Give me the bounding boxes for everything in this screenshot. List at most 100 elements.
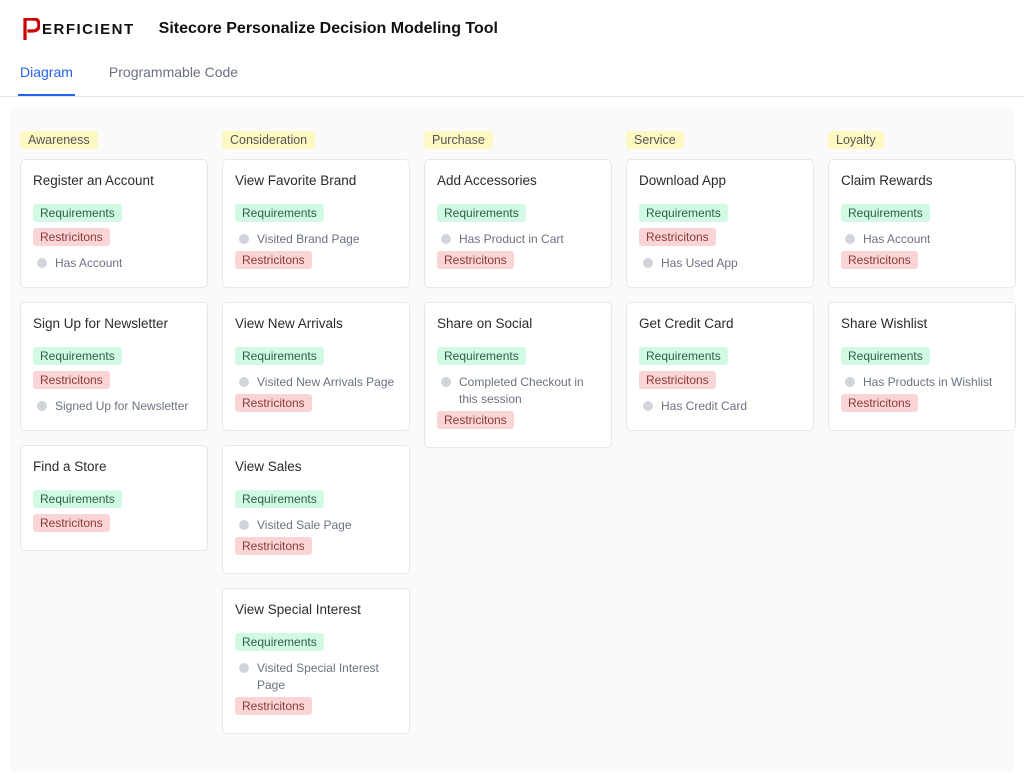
card[interactable]: Claim Rewards Requirements Has Account Rest…: [828, 159, 1016, 288]
card[interactable]: Share on Social Requirements Completed Che…: [424, 302, 612, 448]
restrictions-badge: Restricitons: [235, 251, 312, 269]
card-title: View New Arrivals: [235, 315, 397, 333]
requirement-item: Visited New Arrivals Page: [235, 371, 397, 394]
restrictions-badge: Restricitons: [235, 537, 312, 555]
restriction-text: Has Credit Card: [661, 398, 747, 415]
requirements-badge: Requirements: [841, 204, 930, 222]
column-title: Loyalty: [828, 131, 884, 149]
requirements-badge: Requirements: [437, 204, 526, 222]
tabs: Diagram Programmable Code: [0, 50, 1024, 97]
card-title: Get Credit Card: [639, 315, 801, 333]
bullet-icon: [643, 401, 653, 411]
card-title: View Sales: [235, 458, 397, 476]
requirements-badge: Requirements: [33, 347, 122, 365]
column: Purchase Add Accessories Requirements Has P…: [424, 131, 612, 462]
requirement-text: Visited New Arrivals Page: [257, 374, 394, 391]
column-title: Service: [626, 131, 684, 149]
column: Awareness Register an Account Requirements…: [20, 131, 208, 565]
requirement-text: Visited Brand Page: [257, 231, 360, 248]
requirement-text: Completed Checkout in this session: [459, 374, 599, 408]
card[interactable]: View New Arrivals Requirements Visited New…: [222, 302, 410, 431]
board-wrap: Awareness Register an Account Requirements…: [10, 107, 1014, 772]
card-title: View Favorite Brand: [235, 172, 397, 190]
header: ERFICIENT Sitecore Personalize Decision …: [0, 0, 1024, 50]
logo: ERFICIENT: [22, 18, 135, 40]
card[interactable]: Share Wishlist Requirements Has Products i…: [828, 302, 1016, 431]
requirement-item: Visited Sale Page: [235, 514, 397, 537]
restrictions-badge: Restricitons: [437, 411, 514, 429]
card[interactable]: Get Credit Card Requirements Restricitons H…: [626, 302, 814, 431]
restrictions-badge: Restricitons: [33, 371, 110, 389]
restriction-text: Signed Up for Newsletter: [55, 398, 188, 415]
card-title: Add Accessories: [437, 172, 599, 190]
requirement-text: Visited Special Interest Page: [257, 660, 397, 694]
requirement-text: Has Account: [863, 231, 930, 248]
requirement-text: Visited Sale Page: [257, 517, 352, 534]
bullet-icon: [643, 258, 653, 268]
restrictions-badge: Restricitons: [235, 394, 312, 412]
requirements-badge: Requirements: [639, 347, 728, 365]
restriction-item: Has Used App: [639, 252, 801, 275]
card[interactable]: View Special InterestRequirementsVisited…: [222, 588, 410, 734]
card-title: Share Wishlist: [841, 315, 1003, 333]
requirement-item: Has Account: [841, 228, 1003, 251]
card[interactable]: Sign Up for Newsletter Requirements Restri…: [20, 302, 208, 431]
requirement-item: Has Products in Wishlist: [841, 371, 1003, 394]
restriction-item: Has Credit Card: [639, 395, 801, 418]
bullet-icon: [239, 377, 249, 387]
card-title: Share on Social: [437, 315, 599, 333]
column-title: Purchase: [424, 131, 493, 149]
bullet-icon: [239, 520, 249, 530]
requirements-badge: Requirements: [33, 204, 122, 222]
requirements-badge: Requirements: [437, 347, 526, 365]
logo-mark-icon: [22, 18, 40, 40]
restriction-text: Has Account: [55, 255, 122, 272]
card-title: Claim Rewards: [841, 172, 1003, 190]
requirements-badge: Requirements: [841, 347, 930, 365]
requirements-badge: Requirements: [235, 347, 324, 365]
brand-text: ERFICIENT: [42, 21, 135, 38]
card[interactable]: Find a Store Requirements Restricitons: [20, 445, 208, 551]
requirement-text: Has Product in Cart: [459, 231, 564, 248]
card[interactable]: Download App Requirements Restricitons Has …: [626, 159, 814, 288]
column-title: Awareness: [20, 131, 98, 149]
card[interactable]: Register an Account Requirements Restricit…: [20, 159, 208, 288]
bullet-icon: [239, 234, 249, 244]
requirements-badge: Requirements: [235, 204, 324, 222]
requirements-badge: Requirements: [235, 490, 324, 508]
restriction-item: Signed Up for Newsletter: [33, 395, 195, 418]
restrictions-badge: Restricitons: [841, 251, 918, 269]
requirements-badge: Requirements: [639, 204, 728, 222]
requirement-item: Visited Special Interest Page: [235, 657, 397, 697]
column: ConsiderationView Favorite BrandRequirem…: [222, 131, 410, 748]
card[interactable]: View Favorite Brand Requirements Visited B…: [222, 159, 410, 288]
requirement-text: Has Products in Wishlist: [863, 374, 992, 391]
bullet-icon: [845, 234, 855, 244]
restrictions-badge: Restricitons: [437, 251, 514, 269]
restrictions-badge: Restricitons: [33, 514, 110, 532]
tab-programmable-code[interactable]: Programmable Code: [107, 64, 240, 96]
restrictions-badge: Restricitons: [639, 228, 716, 246]
restrictions-badge: Restricitons: [33, 228, 110, 246]
card-title: Find a Store: [33, 458, 195, 476]
card-title: Download App: [639, 172, 801, 190]
requirements-badge: Requirements: [235, 633, 324, 651]
column: Loyalty Claim Rewards Requirements Has Acco…: [828, 131, 1016, 445]
bullet-icon: [441, 234, 451, 244]
requirement-item: Completed Checkout in this session: [437, 371, 599, 411]
restriction-text: Has Used App: [661, 255, 738, 272]
bullet-icon: [37, 258, 47, 268]
card[interactable]: View Sales Requirements Visited Sale Page R…: [222, 445, 410, 574]
requirement-item: Visited Brand Page: [235, 228, 397, 251]
requirements-badge: Requirements: [33, 490, 122, 508]
card-title: Sign Up for Newsletter: [33, 315, 195, 333]
requirement-item: Has Product in Cart: [437, 228, 599, 251]
bullet-icon: [37, 401, 47, 411]
tab-diagram[interactable]: Diagram: [18, 64, 75, 96]
card[interactable]: Add Accessories Requirements Has Product i…: [424, 159, 612, 288]
bullet-icon: [845, 377, 855, 387]
card-title: Register an Account: [33, 172, 195, 190]
restrictions-badge: Restricitons: [639, 371, 716, 389]
bullet-icon: [441, 377, 451, 387]
column: Service Download App Requirements Restricit…: [626, 131, 814, 445]
